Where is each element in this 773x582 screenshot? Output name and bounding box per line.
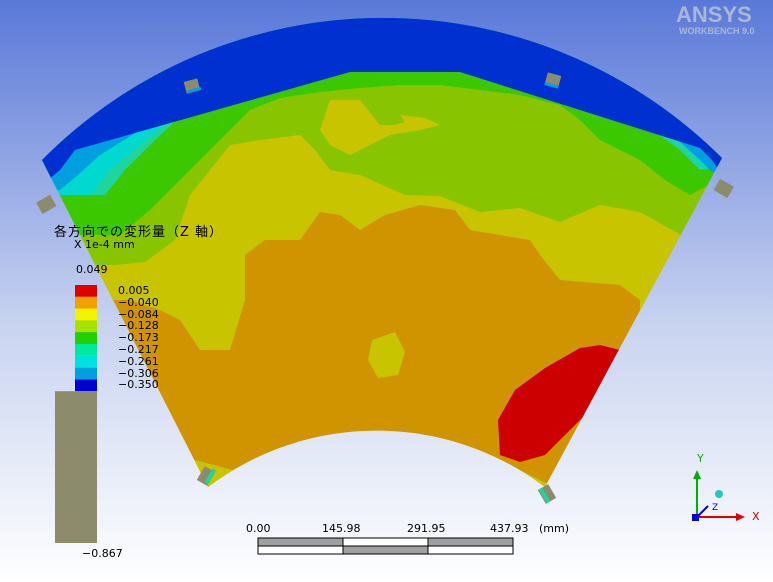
legend-max-value: 0.049: [76, 263, 108, 276]
legend-min-value: −0.867: [82, 547, 123, 560]
legend-swatch-2: [75, 308, 97, 321]
legend-unit: X 1e-4 mm: [74, 238, 135, 251]
legend-out-of-range-swatch: [55, 391, 97, 543]
legend-value-7: −0.306: [118, 366, 159, 380]
ansys-logo-subtitle: WORKBENCH 9.0: [679, 26, 755, 36]
legend-value-3: −0.128: [118, 319, 159, 333]
legend-value-0: 0.005: [118, 284, 150, 297]
scale-bar: [257, 537, 514, 555]
legend-value-6: −0.261: [118, 354, 159, 368]
scale-tick-0: 0.00: [246, 522, 271, 535]
scale-tick-1: 145.98: [322, 522, 361, 535]
legend-value-2: −0.084: [118, 307, 159, 321]
legend-swatch-4: [75, 332, 97, 344]
legend-value-8: −0.350: [118, 378, 159, 392]
legend-value-1: −0.040: [118, 295, 159, 309]
ansys-logo: ANSYS: [676, 2, 752, 27]
legend-swatch-3: [75, 320, 97, 333]
triad-z-label: Z: [712, 503, 719, 513]
triad-origin: [692, 514, 699, 521]
scale-tick-2: 291.95: [407, 522, 446, 535]
legend-swatch-8: [75, 379, 97, 392]
model-viewport[interactable]: [0, 0, 773, 582]
legend-swatch-6: [75, 355, 97, 368]
triad-y-label: Y: [697, 452, 704, 465]
legend-swatch-5: [75, 344, 97, 356]
triad-iso-ball-icon[interactable]: [715, 490, 723, 498]
legend-swatch-7: [75, 367, 97, 380]
legend-value-4: −0.173: [118, 331, 159, 345]
scale-tick-3: 437.93: [490, 522, 529, 535]
legend-swatch-1: [75, 296, 97, 309]
scale-unit: (mm): [539, 522, 570, 535]
legend-value-5: −0.217: [118, 343, 159, 356]
legend-swatch-0: [75, 285, 97, 297]
triad-x-label: X: [752, 510, 760, 523]
